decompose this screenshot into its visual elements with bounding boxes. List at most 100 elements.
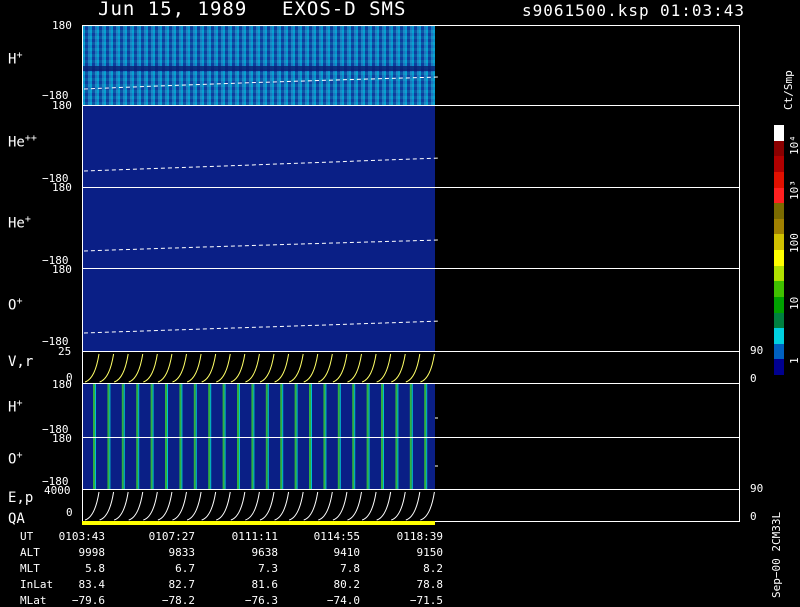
h2-count-stripe [150, 384, 153, 437]
h2-count-stripe-edge [195, 384, 197, 437]
ephemeris-label: UT [20, 530, 34, 543]
h2-count-stripe [395, 384, 398, 437]
o2-stripes [93, 438, 428, 489]
o2-count-stripe [107, 438, 110, 489]
o2-count-stripe [309, 438, 311, 489]
panel-label: V,r [8, 354, 34, 370]
panel-label: E,p [8, 490, 34, 506]
energy-trace [405, 491, 421, 521]
o2-count-stripe-edge [138, 438, 140, 489]
h2-count-stripe [251, 384, 254, 437]
h2-count-stripe [107, 384, 110, 437]
velocity-trace [84, 353, 100, 383]
o2-count-stripe [222, 438, 225, 489]
energy-trace [143, 491, 158, 521]
reference-line-h [83, 76, 441, 90]
o2-count-stripe-edge [296, 438, 298, 489]
ephemeris-label: MLat [20, 594, 47, 607]
o2-count-stripe [165, 438, 167, 489]
h2-count-stripe [237, 384, 239, 437]
h2-count-stripe [193, 384, 196, 437]
panel-label: H+ [8, 398, 23, 416]
h2-stripes [93, 384, 428, 437]
qa-label: QA [8, 511, 25, 527]
colorbar-segment [774, 296, 784, 313]
velocity-trace [157, 353, 173, 383]
o2-count-stripe-edge [109, 438, 111, 489]
o2-count-stripe-edge [152, 438, 154, 489]
colorbar-segment [774, 156, 784, 173]
right-axis-top-tick: 90 [750, 482, 764, 495]
h2-count-stripe [222, 384, 225, 437]
ephemeris-value: −71.5 [409, 594, 443, 607]
h2-count-stripe-edge [224, 384, 226, 437]
axis-top-tick: 180 [52, 378, 72, 391]
ephemeris-value: 7.3 [258, 562, 278, 575]
velocity-trace [99, 353, 115, 383]
axis-top-tick: 4000 [44, 484, 71, 497]
ephemeris-label: ALT [20, 546, 40, 559]
h2-count-stripe-edge [311, 384, 312, 437]
ephemeris-value: 0118:39 [396, 530, 443, 543]
h2-count-stripe [309, 384, 311, 437]
ephemeris-value: 78.8 [416, 578, 444, 591]
velocity-trace [391, 353, 406, 383]
velocity-trace [405, 353, 421, 383]
o2-count-stripe-edge [426, 438, 428, 489]
energy-trace [216, 491, 231, 521]
o2-count-stripe [237, 438, 239, 489]
h2-count-stripe [366, 384, 369, 437]
colorbar-segment [774, 281, 784, 298]
h2-count-stripe [265, 384, 268, 437]
reference-line-o-plus [83, 320, 441, 334]
o2-count-stripe [366, 438, 369, 489]
o2-count-stripe [323, 438, 326, 489]
o2-count-stripe [294, 438, 297, 489]
velocity-trace [361, 353, 377, 383]
h2-count-stripe-edge [339, 384, 341, 437]
energy-trace [128, 491, 144, 521]
colorbar-segment [774, 312, 784, 329]
colorbar-segment [774, 250, 784, 266]
o2-count-stripe-edge [383, 438, 384, 489]
o2-count-stripe-edge [311, 438, 312, 489]
h2-count-stripe-edge [123, 384, 125, 437]
h2-count-stripe-edge [426, 384, 428, 437]
velocity-trace [113, 353, 129, 383]
o2-count-stripe-edge [253, 438, 255, 489]
h2-count-stripe [121, 384, 124, 437]
h2-count-stripe-edge [167, 384, 168, 437]
velocity-trace [376, 353, 392, 383]
ephemeris-value: 7.8 [340, 562, 360, 575]
velocity-trace [347, 353, 362, 383]
o2-count-stripe [280, 438, 283, 489]
colorbar-tick: 10⁴ [788, 135, 800, 155]
h2-count-stripe-edge [368, 384, 370, 437]
h2-count-stripe-edge [411, 384, 413, 437]
energy-trace [259, 491, 275, 521]
colorbar-tick: 1 [788, 357, 800, 364]
qa-bar [82, 521, 435, 525]
energy-trace [288, 491, 304, 521]
velocity-trace [274, 353, 290, 383]
ephemeris-value: 8.2 [423, 562, 443, 575]
o2-count-stripe [352, 438, 355, 489]
h2-count-stripe [381, 384, 383, 437]
colorbar-segment [774, 265, 784, 282]
h2-count-stripe-edge [95, 384, 96, 437]
o2-count-stripe-edge [411, 438, 413, 489]
o2-count-stripe [424, 438, 427, 489]
h2-count-stripe [179, 384, 182, 437]
o2-count-stripe [409, 438, 412, 489]
ephemeris-value: 5.8 [85, 562, 105, 575]
o2-count-stripe-edge [167, 438, 168, 489]
energy-trace [420, 491, 435, 521]
ephemeris-value: 9638 [251, 546, 279, 559]
colorbar-segment [774, 140, 784, 157]
h2-count-stripe-edge [296, 384, 298, 437]
colorbar-segment [774, 125, 784, 141]
o2-count-stripe [193, 438, 196, 489]
ephemeris-value: −76.3 [244, 594, 278, 607]
right-axis-bottom-tick: 0 [750, 510, 757, 523]
ephemeris-value: 80.2 [333, 578, 361, 591]
